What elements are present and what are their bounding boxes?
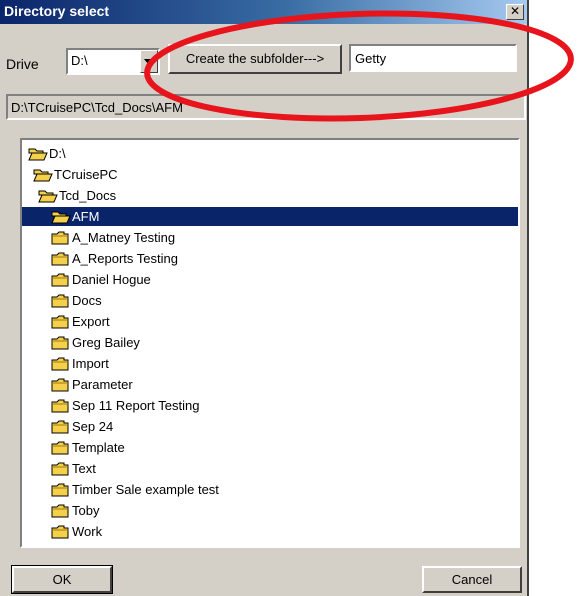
chevron-down-icon [144, 59, 154, 65]
tree-item-label: Greg Bailey [72, 335, 140, 350]
folder-tree[interactable]: D:\ TCruisePC Tcd_Docs AFM A_Matney Testing A… [20, 138, 520, 548]
tree-item-label: Parameter [72, 377, 133, 392]
tree-item-label: Timber Sale example test [72, 482, 219, 497]
tree-item-label: Sep 11 Report Testing [72, 398, 200, 413]
tree-item-label: Sep 24 [72, 419, 114, 434]
create-subfolder-button[interactable]: Create the subfolder---> [168, 44, 342, 74]
cancel-button[interactable]: Cancel [422, 566, 522, 593]
current-path-display: D:\TCruisePC\Tcd_Docs\AFM [6, 94, 526, 120]
tree-item-label: Docs [72, 293, 102, 308]
directory-select-dialog: Directory select ✕ Drive D:\ Create the … [0, 0, 529, 596]
drive-select[interactable]: D:\ [66, 48, 160, 75]
tree-item-label: Toby [72, 503, 100, 518]
close-button[interactable]: ✕ [506, 4, 524, 20]
tree-item-label: AFM [72, 209, 100, 224]
drive-select-value: D:\ [71, 53, 88, 68]
tree-item-label: D:\ [49, 146, 66, 161]
window-title: Directory select [4, 3, 110, 19]
title-bar[interactable]: Directory select ✕ [0, 0, 527, 24]
tree-item-label: Daniel Hogue [72, 272, 151, 287]
tree-item[interactable]: AFM [22, 207, 518, 226]
ok-button[interactable]: OK [11, 565, 113, 594]
tree-item-label: A_Reports Testing [72, 251, 178, 266]
tree-item-label: Template [72, 440, 125, 455]
drive-label: Drive [6, 56, 39, 72]
tree-item-label: Tcd_Docs [59, 188, 117, 203]
tree-item-label: TCruisePC [54, 167, 118, 182]
tree-item-label: Export [72, 314, 110, 329]
subfolder-name-input[interactable] [349, 44, 517, 72]
close-icon: ✕ [509, 4, 521, 18]
tree-item-label: Import [72, 356, 109, 371]
tree-item-label: A_Matney Testing [72, 230, 176, 245]
tree-item-label: Work [72, 524, 103, 539]
tree-item-label: Text [72, 461, 96, 476]
drive-dropdown-button[interactable] [140, 50, 158, 73]
